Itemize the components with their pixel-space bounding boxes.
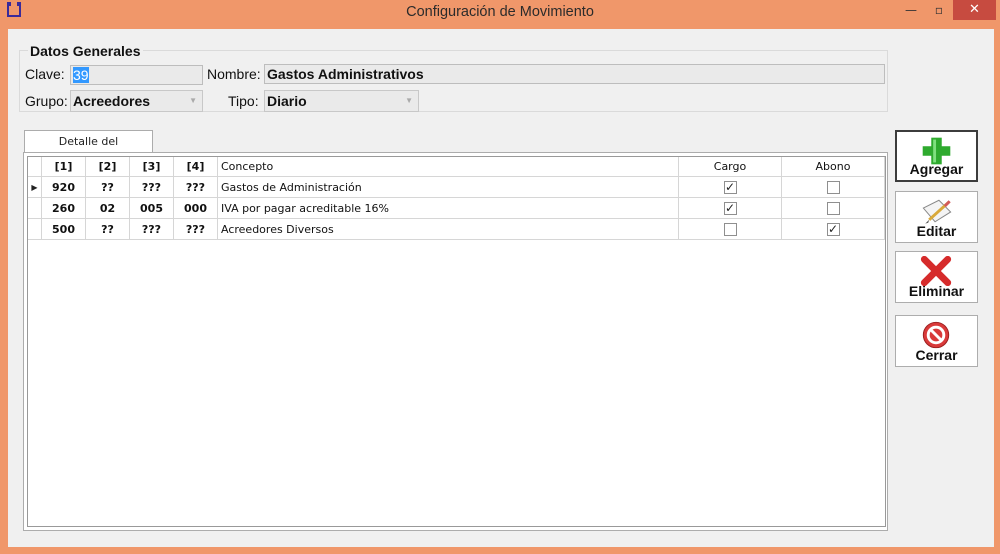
chevron-down-icon: ▼ xyxy=(405,96,413,105)
tab-panel: [1] [2] [3] [4] Concepto Cargo Abono ▶ 9… xyxy=(23,152,888,531)
header-col-1[interactable]: [1] xyxy=(41,157,86,177)
cargo-checkbox[interactable]: ✓ xyxy=(723,180,737,194)
cargo-checkbox[interactable] xyxy=(723,222,737,236)
cerrar-label: Cerrar xyxy=(915,347,958,363)
minimize-button[interactable]: — xyxy=(897,0,925,20)
grupo-label: Grupo: xyxy=(25,93,68,109)
clave-input[interactable]: 39 xyxy=(70,65,203,85)
header-concepto[interactable]: Concepto xyxy=(217,157,679,177)
grupo-combo[interactable]: Acreedores ▼ xyxy=(70,90,203,112)
agregar-label: Agregar xyxy=(909,161,964,177)
tab-detalle-movimiento[interactable]: Detalle del movimiento xyxy=(24,130,153,170)
agregar-button[interactable]: Agregar xyxy=(895,130,978,182)
header-col-3[interactable]: [3] xyxy=(129,157,174,177)
clave-label: Clave: xyxy=(25,66,65,82)
cell-c3[interactable]: 005 xyxy=(129,197,174,219)
datos-generales-legend: Datos Generales xyxy=(28,43,143,59)
datos-generales-group: Datos Generales Clave: 39 Nombre: Gastos… xyxy=(19,43,888,112)
header-col-4[interactable]: [4] xyxy=(173,157,218,177)
cell-c4[interactable]: ??? xyxy=(173,176,218,198)
eliminar-label: Eliminar xyxy=(908,283,965,299)
cerrar-button[interactable]: Cerrar xyxy=(895,315,978,367)
nombre-label: Nombre: xyxy=(207,66,261,82)
header-abono[interactable]: Abono xyxy=(781,157,885,177)
header-cargo[interactable]: Cargo xyxy=(678,157,782,177)
maximize-button[interactable]: ▫ xyxy=(925,0,953,20)
row-header-corner xyxy=(28,157,42,177)
row-header xyxy=(28,218,42,240)
stop-icon xyxy=(922,321,950,349)
abono-checkbox[interactable] xyxy=(826,180,840,194)
table-row[interactable]: ▶ 920 ?? ??? ??? Gastos de Administració… xyxy=(28,176,885,198)
tipo-value: Diario xyxy=(267,93,307,109)
window-title: Configuración de Movimiento xyxy=(406,4,594,20)
cell-concepto[interactable]: Gastos de Administración xyxy=(217,176,679,198)
delete-x-icon xyxy=(920,256,952,286)
clave-value: 39 xyxy=(73,67,89,83)
cell-c2[interactable]: 02 xyxy=(85,197,130,219)
tipo-label: Tipo: xyxy=(228,93,259,109)
abono-checkbox[interactable] xyxy=(826,201,840,215)
abono-checkbox[interactable]: ✓ xyxy=(826,222,840,236)
grupo-value: Acreedores xyxy=(73,93,151,109)
edit-pencil-icon xyxy=(922,199,952,224)
cell-c3[interactable]: ??? xyxy=(129,176,174,198)
window-client: Datos Generales Clave: 39 Nombre: Gastos… xyxy=(8,29,994,547)
table-row[interactable]: 500 ?? ??? ??? Acreedores Diversos ✓ xyxy=(28,218,885,240)
cell-c1[interactable]: 920 xyxy=(41,176,86,198)
chevron-down-icon: ▼ xyxy=(189,96,197,105)
close-window-button[interactable]: ✕ xyxy=(953,0,996,20)
cell-c4[interactable]: ??? xyxy=(173,218,218,240)
editar-label: Editar xyxy=(916,223,957,239)
row-header xyxy=(28,197,42,219)
editar-button[interactable]: Editar xyxy=(895,191,978,243)
cell-c1[interactable]: 500 xyxy=(41,218,86,240)
nombre-input[interactable]: Gastos Administrativos xyxy=(264,64,885,84)
grid-header-row: [1] [2] [3] [4] Concepto Cargo Abono xyxy=(28,157,885,177)
title-bar: Configuración de Movimiento — ▫ ✕ xyxy=(0,0,1000,28)
table-row[interactable]: 260 02 005 000 IVA por pagar acreditable… xyxy=(28,197,885,219)
cell-c4[interactable]: 000 xyxy=(173,197,218,219)
movimiento-grid[interactable]: [1] [2] [3] [4] Concepto Cargo Abono ▶ 9… xyxy=(27,156,886,527)
cell-c2[interactable]: ?? xyxy=(85,176,130,198)
row-pointer-icon: ▶ xyxy=(28,176,42,198)
cell-c1[interactable]: 260 xyxy=(41,197,86,219)
cell-c2[interactable]: ?? xyxy=(85,218,130,240)
header-col-2[interactable]: [2] xyxy=(85,157,130,177)
cell-c3[interactable]: ??? xyxy=(129,218,174,240)
eliminar-button[interactable]: Eliminar xyxy=(895,251,978,303)
cell-concepto[interactable]: Acreedores Diversos xyxy=(217,218,679,240)
tipo-combo[interactable]: Diario ▼ xyxy=(264,90,419,112)
cargo-checkbox[interactable]: ✓ xyxy=(723,201,737,215)
cell-concepto[interactable]: IVA por pagar acreditable 16% xyxy=(217,197,679,219)
